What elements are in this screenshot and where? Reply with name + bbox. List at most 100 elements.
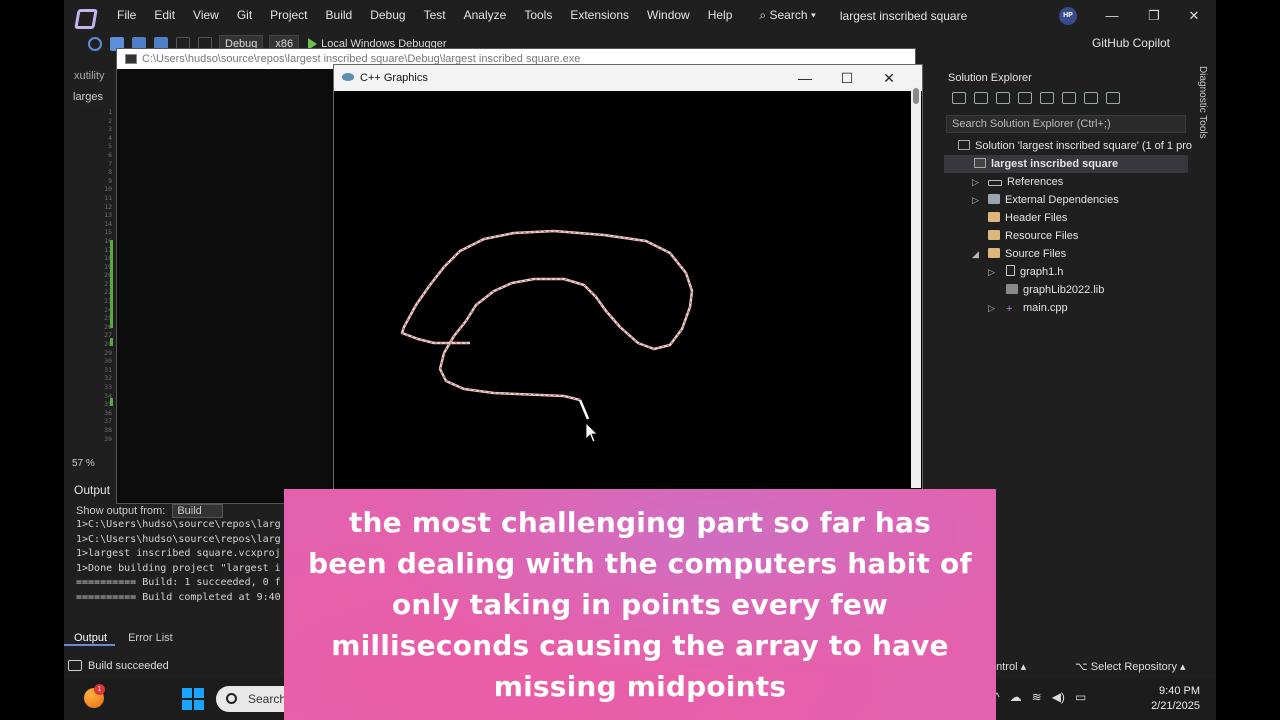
tree-item-graphlib[interactable]: graphLib2022.lib [1006,281,1104,299]
solution-explorer-title: Solution Explorer [948,72,1032,84]
graphics-maximize-button[interactable]: ☐ [826,65,868,91]
menu-view[interactable]: View [184,0,228,31]
menu-git[interactable]: Git [228,0,261,31]
tree-item-graph1-h[interactable]: graph1.h [1006,263,1063,281]
close-button[interactable]: ✕ [1174,0,1214,31]
output-line: ========== Build completed at 9:40 [76,591,281,603]
select-repository-button[interactable]: ⌥ Select Repository ▴ [1075,660,1186,673]
graphics-minimize-button[interactable]: — [784,65,826,91]
video-caption: the most challenging part so far has bee… [284,489,996,720]
taskbar-clock[interactable]: 9:40 PM 2/21/2025 [1144,684,1200,714]
menu-test[interactable]: Test [415,0,455,31]
collapsed-arrow-icon[interactable]: ▷ [972,177,979,188]
tree-item-project[interactable]: largest inscribed square [944,155,1188,173]
line-number: 31 [104,365,112,374]
tree-item-references[interactable]: References [988,173,1063,191]
collapsed-arrow-icon[interactable]: ▷ [988,303,995,314]
references-icon [988,180,1002,186]
graphics-scrollbar[interactable] [911,86,921,488]
properties-icon[interactable] [1084,92,1098,104]
mouse-cursor-icon [585,422,598,443]
solution-title: largest inscribed square [839,8,968,23]
graphics-window-title: C++ Graphics [360,72,428,84]
line-number: 35 [104,400,112,409]
zoom-level[interactable]: 57 % [72,458,95,469]
back-icon[interactable] [88,37,102,51]
menu-project[interactable]: Project [261,0,316,31]
line-number: 30 [104,357,112,366]
line-number: 22 [104,288,112,297]
tree-item-source-files[interactable]: Source Files [988,245,1066,263]
output-source-select[interactable]: Build [172,504,223,518]
battery-icon[interactable]: ▭ [1075,690,1086,704]
curve-outline [400,229,694,402]
tree-item-header-files[interactable]: Header Files [988,209,1067,227]
windows-start-icon[interactable] [182,688,204,710]
tree-item-solution[interactable]: Solution 'largest inscribed square' (1 o… [958,137,1192,155]
drawn-stroke [404,277,672,468]
solution-search-input[interactable]: Search Solution Explorer (Ctrl+;) [946,115,1186,133]
menu-bar: File Edit View Git Project Build Debug T… [64,0,1216,31]
graphics-window[interactable]: C++ Graphics — ☐ ✕ [333,64,923,494]
notification-badge: 1 [94,684,105,695]
doc-tab-main[interactable]: larges [70,89,120,107]
clock-time: 9:40 PM [1159,685,1200,697]
menu-help[interactable]: Help [699,0,742,31]
scrollbar-thumb[interactable] [913,88,919,104]
tree-item-external-dependencies[interactable]: External Dependencies [988,191,1119,209]
home-icon[interactable] [952,92,966,104]
collapsed-arrow-icon[interactable]: ▷ [988,267,995,278]
line-number: 18 [104,254,112,263]
expanded-arrow-icon[interactable]: ◢ [972,249,979,260]
volume-icon[interactable]: ◀) [1052,690,1065,704]
menu-build[interactable]: Build [317,0,362,31]
search-button[interactable]: ⌕ Search ▾ [751,8,823,23]
line-number: 34 [104,391,112,400]
collapse-all-icon[interactable] [1018,92,1032,104]
collapsed-arrow-icon[interactable]: ▷ [972,195,979,206]
line-number: 19 [104,262,112,271]
line-number: 20 [104,271,112,280]
tree-item-label: largest inscribed square [991,158,1119,170]
sync-icon[interactable] [996,92,1010,104]
show-all-files-icon[interactable] [1040,92,1054,104]
tree-item-main-cpp[interactable]: + main.cpp [1006,299,1068,317]
restore-button[interactable]: ❐ [1134,0,1174,31]
menu-tools[interactable]: Tools [515,0,561,31]
minimize-button[interactable]: — [1092,0,1132,31]
menu-analyze[interactable]: Analyze [455,0,516,31]
diagnostic-tools-tab[interactable]: Diagnostic Tools [1192,66,1208,156]
wifi-icon[interactable]: ≋ [1032,690,1042,704]
code-view-icon[interactable] [1062,92,1076,104]
editor-scrollbar[interactable] [926,86,938,466]
line-number: 2 [108,116,112,125]
line-number: 8 [108,168,112,177]
search-icon [226,693,237,704]
tab-output[interactable]: Output [64,630,116,646]
doc-tab-xutility[interactable]: xutility [64,66,120,88]
history-icon[interactable] [974,92,988,104]
line-number: 14 [104,219,112,228]
drawing-canvas[interactable] [334,91,922,493]
preview-icon[interactable] [1106,92,1120,104]
taskbar-search-label: Search [248,692,287,706]
tab-error-list[interactable]: Error List [118,630,181,644]
folder-icon [988,230,1000,240]
line-number: 27 [104,331,112,340]
menu-debug[interactable]: Debug [361,0,414,31]
github-copilot-button[interactable]: GitHub Copilot [1092,36,1170,50]
line-number: 10 [104,185,112,194]
tree-item-label: graph1.h [1020,266,1064,278]
output-line: 1>largest inscribed square.vcxproj [76,548,281,559]
onedrive-icon[interactable]: ☁ [1010,690,1022,704]
account-avatar[interactable]: HP [1059,7,1077,25]
menu-file[interactable]: File [108,0,145,31]
menu-extensions[interactable]: Extensions [561,0,638,31]
menu-window[interactable]: Window [638,0,699,31]
menu-edit[interactable]: Edit [145,0,184,31]
tree-item-label: External Dependencies [1005,194,1119,206]
console-app-icon [125,54,137,65]
graphics-close-button[interactable]: ✕ [868,65,910,91]
tree-item-resource-files[interactable]: Resource Files [988,227,1078,245]
graphics-titlebar[interactable]: C++ Graphics — ☐ ✕ [334,65,922,91]
